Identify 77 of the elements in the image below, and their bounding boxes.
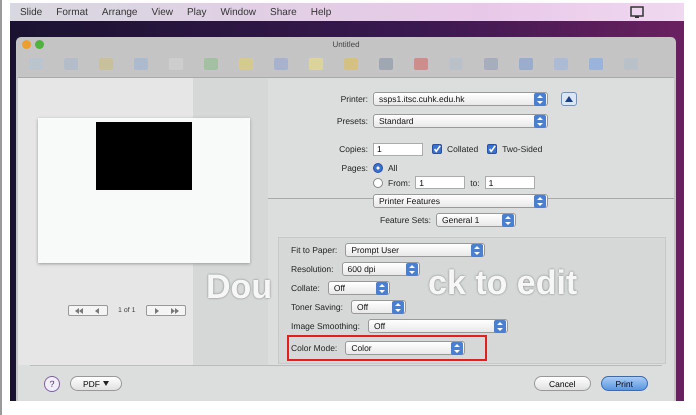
radio-button[interactable] <box>373 162 383 172</box>
toolbar-icon[interactable] <box>413 56 429 72</box>
dialog-button[interactable]: Cancel <box>534 376 591 391</box>
menu-item[interactable]: Help <box>310 6 332 18</box>
option-popup[interactable]: Off <box>350 300 406 314</box>
option-label: Fit to Paper: <box>291 245 338 255</box>
help-button[interactable]: ? <box>44 376 60 392</box>
checkbox[interactable] <box>432 144 442 154</box>
toolbar-icon[interactable] <box>203 56 219 72</box>
stepper-icon <box>376 282 388 294</box>
presets-popup[interactable]: Standard <box>373 114 548 128</box>
stepper-icon <box>534 92 546 106</box>
menu-item[interactable]: View <box>152 6 173 18</box>
toolbar-icon[interactable] <box>378 56 394 72</box>
display-icon[interactable] <box>630 6 644 18</box>
checkbox-label: Two-Sided <box>502 144 542 154</box>
stepper-icon <box>471 244 484 256</box>
option-popup[interactable]: Off <box>368 319 508 333</box>
zoom-button[interactable] <box>35 40 44 48</box>
field-label: Copies: <box>338 144 368 154</box>
option-label: Resolution: <box>291 264 334 274</box>
dialog-button[interactable]: Print <box>600 376 648 391</box>
printer-popup[interactable]: ssps1.itsc.cuhk.edu.hk <box>373 92 548 106</box>
radio-label: All <box>388 162 398 172</box>
menu-item[interactable]: Format <box>56 6 88 18</box>
field-label: Printer: <box>340 94 368 104</box>
field-label: Feature Sets: <box>380 215 432 225</box>
option-popup[interactable]: Color <box>345 341 466 355</box>
copies-field[interactable]: 1 <box>373 142 423 156</box>
stepper-icon <box>451 342 464 354</box>
placeholder-text: ck to edit <box>428 264 578 303</box>
stepper-icon <box>392 300 404 314</box>
stepper-icon <box>406 262 418 276</box>
option-label: Image Smoothing: <box>291 321 360 331</box>
checkbox[interactable] <box>487 144 498 154</box>
panel-popup[interactable]: Printer Features <box>373 194 548 208</box>
window-title: Untitled <box>332 40 360 48</box>
menu-item[interactable]: Share <box>270 6 297 18</box>
stepper-icon <box>534 194 546 208</box>
option-label: Color Mode: <box>291 343 338 353</box>
disclosure-button[interactable] <box>561 92 577 106</box>
minimize-button[interactable] <box>22 40 31 48</box>
stepper-icon <box>494 320 506 332</box>
option-popup[interactable]: 600 dpi <box>342 262 420 276</box>
field-label: to: <box>470 178 480 188</box>
option-label: Toner Saving: <box>291 302 343 312</box>
option-popup[interactable]: Off <box>328 281 390 295</box>
caret-icon <box>103 381 109 386</box>
radio-button[interactable] <box>373 178 383 188</box>
placeholder-text: Dou <box>206 268 272 307</box>
from-field[interactable]: 1 <box>415 176 466 189</box>
toolbar-icon[interactable] <box>238 56 254 72</box>
menu-item[interactable]: Window <box>220 6 256 18</box>
toolbar-icon[interactable] <box>308 56 324 72</box>
toolbar-icon[interactable] <box>483 56 499 72</box>
toolbar-icon[interactable] <box>98 56 114 72</box>
menu-item[interactable]: Arrange <box>102 6 138 18</box>
toolbar-icon[interactable] <box>518 56 534 72</box>
checkbox-label: Collated <box>447 144 478 154</box>
triangle-up-icon <box>565 96 573 102</box>
feature-sets-popup[interactable]: General 1 <box>436 213 516 227</box>
menu-item[interactable]: Play <box>187 6 206 18</box>
pdf-button[interactable]: PDF <box>70 376 122 391</box>
next-page-button[interactable] <box>146 305 186 316</box>
stepper-icon <box>534 114 546 128</box>
field-label: Pages: <box>340 162 368 172</box>
to-field[interactable]: 1 <box>484 176 535 189</box>
stepper-icon <box>502 214 514 226</box>
option-popup[interactable]: Prompt User <box>345 243 486 257</box>
previous-page-button[interactable] <box>68 305 108 316</box>
toolbar-icon[interactable] <box>343 56 359 72</box>
field-label: Presets: <box>336 116 368 126</box>
option-label: Collate: <box>291 283 320 293</box>
toolbar-icon[interactable] <box>588 56 604 72</box>
toolbar-icon[interactable] <box>273 56 289 72</box>
radio-label: From: <box>388 178 410 188</box>
menu-item[interactable]: Slide <box>20 6 42 18</box>
